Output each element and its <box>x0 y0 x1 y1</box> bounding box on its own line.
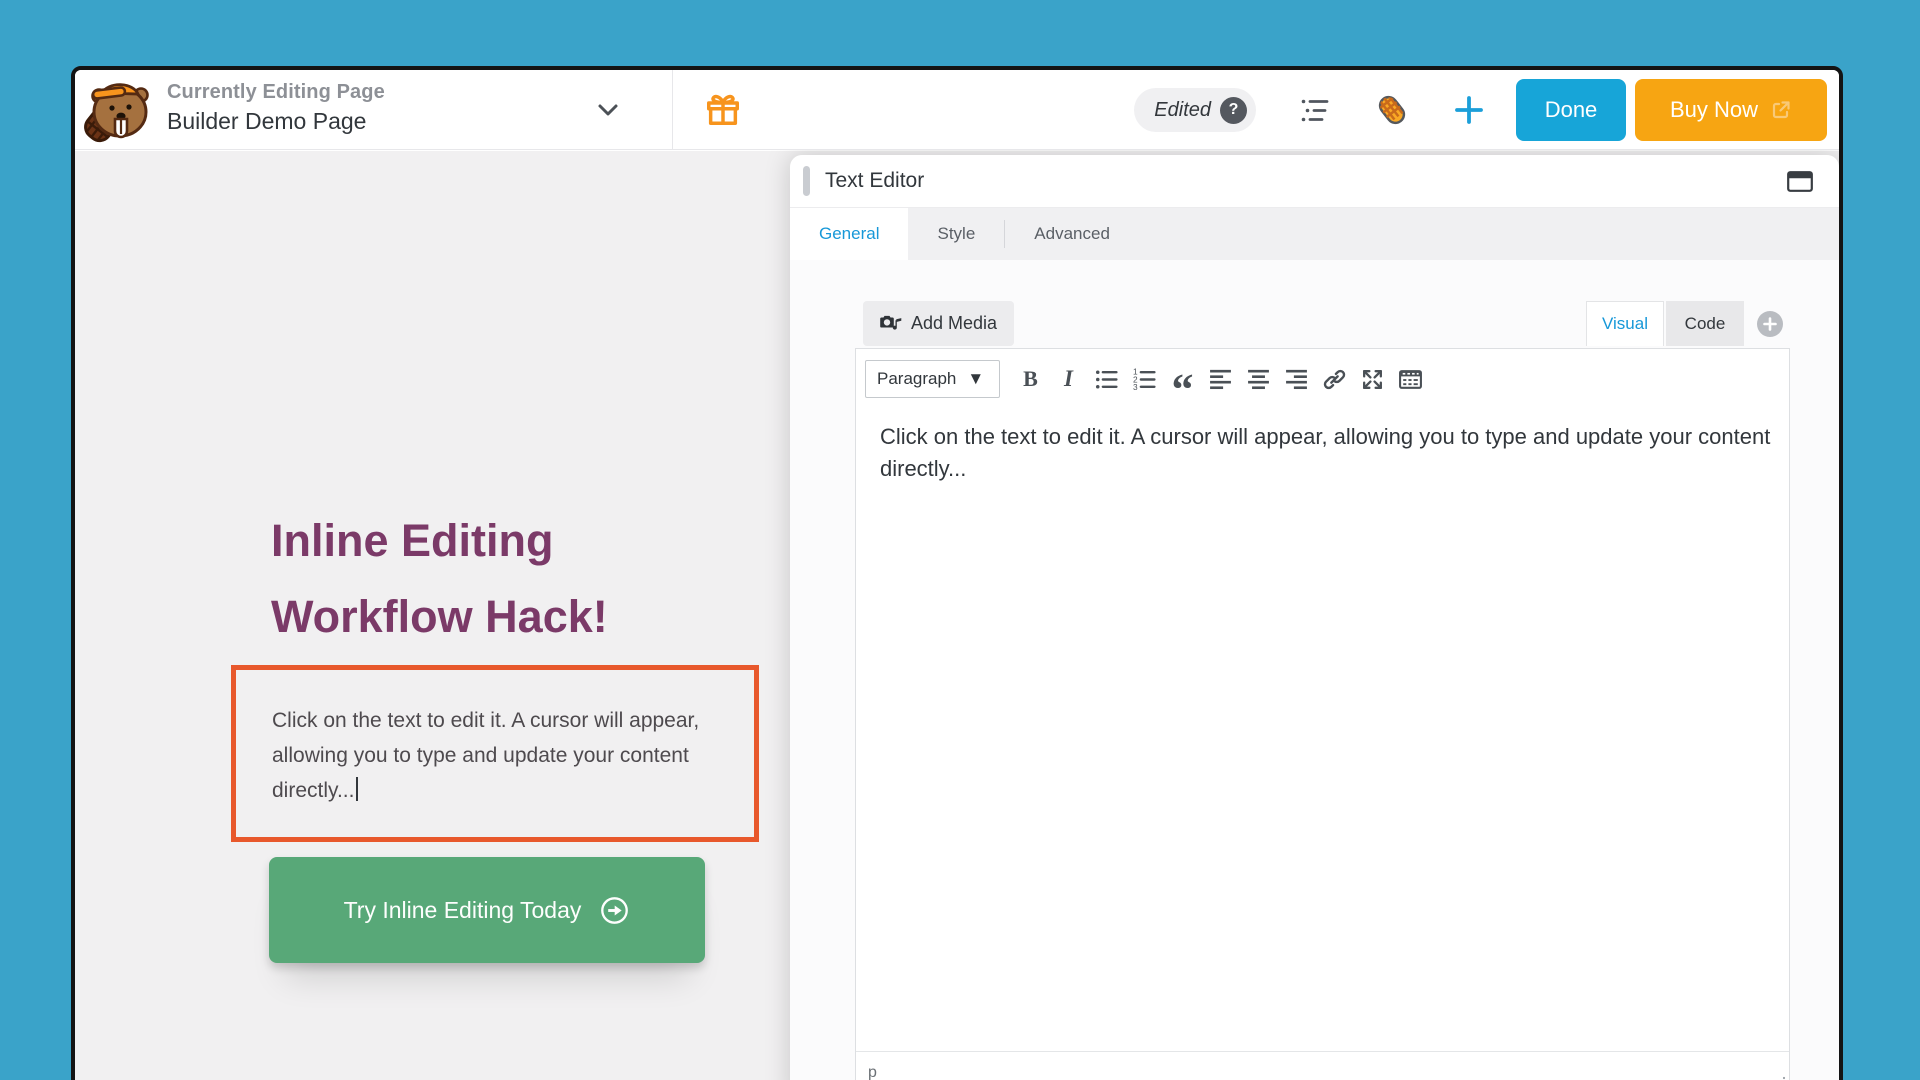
format-select-value: Paragraph <box>877 369 956 389</box>
dock-window-icon[interactable] <box>1787 171 1813 192</box>
page-title-block: Currently Editing Page Builder Demo Page <box>167 81 385 135</box>
chevron-down-icon[interactable] <box>595 97 621 123</box>
visual-tab[interactable]: Visual <box>1586 301 1664 346</box>
panel-header: Text Editor <box>790 155 1839 208</box>
canvas-background: Currently Editing Page Builder Demo Page <box>0 0 1920 1080</box>
panel-title: Text Editor <box>825 169 924 193</box>
outline-panel-icon[interactable] <box>1300 97 1330 124</box>
edited-status-badge: Edited ? <box>1134 88 1256 132</box>
beaver-logo-icon <box>79 72 153 148</box>
blockquote-icon[interactable]: “ <box>1167 367 1198 391</box>
add-media-label: Add Media <box>911 313 997 334</box>
beaver-tail-templates-icon[interactable] <box>1374 92 1410 128</box>
builder-topbar: Currently Editing Page Builder Demo Page <box>75 70 1839 150</box>
code-tab[interactable]: Code <box>1666 301 1744 346</box>
add-element-plus-icon[interactable] <box>1757 311 1783 337</box>
add-media-button[interactable]: Add Media <box>863 301 1014 346</box>
text-cursor <box>356 777 358 801</box>
panel-tab-bar: General Style Advanced <box>790 208 1839 260</box>
arrow-right-circle-icon <box>599 895 630 926</box>
external-link-icon <box>1770 99 1792 121</box>
element-path-label: p <box>868 1064 877 1080</box>
panel-drag-handle[interactable] <box>803 166 810 196</box>
paragraph-format-select[interactable]: Paragraph ▼ <box>865 360 1000 398</box>
numbered-list-icon[interactable]: 1 2 3 <box>1129 364 1160 395</box>
media-camera-icon <box>880 314 902 333</box>
currently-editing-label: Currently Editing Page <box>167 81 385 104</box>
svg-text:3: 3 <box>1133 382 1138 392</box>
link-icon[interactable] <box>1319 364 1350 395</box>
toolbar-toggle-icon[interactable] <box>1395 364 1426 395</box>
inline-editing-highlighted-text[interactable]: Click on the text to edit it. A cursor w… <box>231 665 759 842</box>
builder-window: Currently Editing Page Builder Demo Page <box>71 66 1843 1080</box>
align-left-icon[interactable] <box>1205 364 1236 395</box>
buy-now-button[interactable]: Buy Now <box>1635 79 1827 141</box>
buy-now-label: Buy Now <box>1670 97 1758 123</box>
beaver-builder-logo-menu[interactable] <box>79 72 153 148</box>
editor-content-area[interactable]: Click on the text to edit it. A cursor w… <box>856 404 1780 485</box>
tab-general[interactable]: General <box>790 208 908 260</box>
heading-line-2: Workflow Hack! <box>271 579 608 655</box>
align-right-icon[interactable] <box>1281 364 1312 395</box>
tab-style[interactable]: Style <box>908 208 1004 260</box>
cta-button[interactable]: Try Inline Editing Today <box>269 857 705 963</box>
resize-grip-icon[interactable] <box>1772 1076 1786 1080</box>
editor-status-bar: p <box>856 1051 1789 1080</box>
fullscreen-icon[interactable] <box>1357 364 1388 395</box>
panel-body: Add Media Visual Code Paragraph ▼ <box>790 261 1839 1080</box>
align-center-icon[interactable] <box>1243 364 1274 395</box>
heading-line-1: Inline Editing <box>271 503 608 579</box>
editor-mode-switch: Visual Code <box>1586 301 1783 346</box>
text-editor-panel: Text Editor General Style Advanced <box>790 155 1839 1080</box>
done-button[interactable]: Done <box>1516 79 1626 141</box>
edited-label: Edited <box>1154 99 1211 122</box>
preview-heading[interactable]: Inline Editing Workflow Hack! <box>271 503 608 655</box>
topbar-divider <box>672 70 673 150</box>
highlighted-text: Click on the text to edit it. A cursor w… <box>272 709 699 802</box>
wysiwyg-editor: Paragraph ▼ B I <box>855 348 1790 1080</box>
page-title: Builder Demo Page <box>167 108 385 135</box>
tab-advanced[interactable]: Advanced <box>1005 208 1139 260</box>
cta-label: Try Inline Editing Today <box>344 897 582 924</box>
gift-icon[interactable] <box>704 91 742 129</box>
help-icon[interactable]: ? <box>1220 97 1247 124</box>
bold-icon[interactable]: B <box>1015 364 1046 395</box>
topbar-actions: Edited ? <box>1134 79 1827 141</box>
editor-toolbar: Paragraph ▼ B I <box>856 349 1789 404</box>
select-arrow-icon: ▼ <box>967 369 984 389</box>
add-content-plus-icon[interactable] <box>1452 93 1486 127</box>
italic-icon[interactable]: I <box>1053 364 1084 395</box>
bullet-list-icon[interactable] <box>1091 364 1122 395</box>
